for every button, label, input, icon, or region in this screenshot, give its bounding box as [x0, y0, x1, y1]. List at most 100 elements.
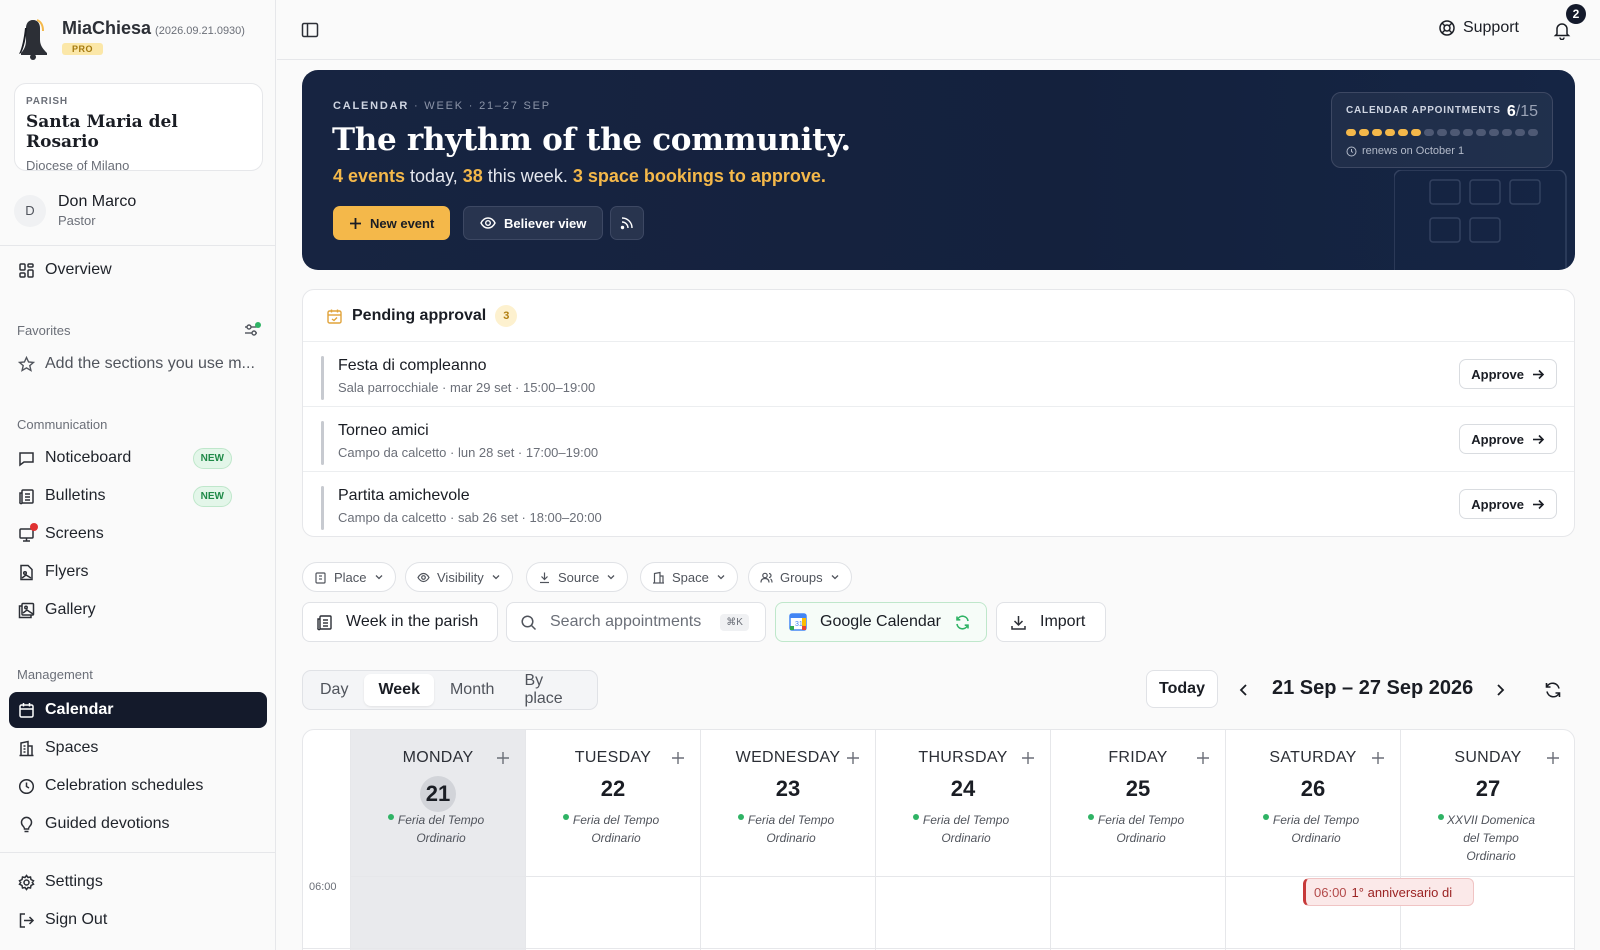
search-icon	[521, 614, 537, 630]
sidebar-item-gallery[interactable]: Gallery	[9, 592, 267, 628]
user-name: Don Marco	[58, 193, 137, 210]
pending-title: Pending approval	[352, 307, 487, 324]
search-input[interactable]: Search appointments ⌘K	[506, 602, 766, 642]
plan-badge: PRO	[62, 43, 104, 55]
chevron-down-icon	[492, 575, 500, 580]
filter-space[interactable]: Space	[640, 562, 738, 592]
approve-button[interactable]: Approve	[1459, 489, 1557, 519]
bell-logo-icon	[19, 19, 47, 60]
parish-label: PARISH	[26, 96, 68, 107]
sidebar-item-flyers[interactable]: Flyers	[9, 554, 267, 590]
lifebuoy-icon	[1439, 20, 1455, 36]
day-column-tuesday[interactable]: TUESDAY 22 Feria del Tempo Ordinario	[526, 730, 701, 950]
add-event-plus-icon[interactable]	[1545, 750, 1561, 766]
sidebar-item-guided-devotions[interactable]: Guided devotions	[9, 806, 267, 842]
sidebar-item-sign-out[interactable]: Sign Out	[9, 902, 267, 938]
approve-label: Approve	[1471, 366, 1524, 382]
notification-bell-icon[interactable]	[1552, 20, 1572, 40]
import-button[interactable]: Import	[996, 602, 1106, 642]
search-placeholder: Search appointments	[550, 613, 702, 630]
add-event-plus-icon[interactable]	[495, 750, 511, 766]
liturgy-label: Feria del Tempo Ordinario	[922, 813, 1010, 845]
day-column-thursday[interactable]: THURSDAY 24 Feria del Tempo Ordinario	[876, 730, 1051, 950]
parish-name: Santa Maria del Rosario	[26, 112, 178, 152]
add-event-plus-icon[interactable]	[670, 750, 686, 766]
sidebar-item-overview[interactable]: Overview	[9, 252, 267, 288]
add-event-plus-icon[interactable]	[1370, 750, 1386, 766]
view-month-tab[interactable]: Month	[436, 674, 508, 706]
brand[interactable]: MiaChiesa (2026.09.21.0930) PRO	[16, 18, 245, 60]
view-day-tab[interactable]: Day	[306, 674, 362, 706]
sidebar-item-noticeboard[interactable]: Noticeboard NEW	[9, 440, 267, 476]
view-by-place-tab[interactable]: By place	[510, 672, 594, 707]
liturgy-label: Feria del Tempo Ordinario	[1272, 813, 1360, 845]
user-profile[interactable]: D Don Marco Pastor	[14, 193, 136, 228]
approve-button[interactable]: Approve	[1459, 359, 1557, 389]
add-event-plus-icon[interactable]	[1195, 750, 1211, 766]
clock-icon	[18, 778, 35, 794]
sync-icon[interactable]	[954, 614, 971, 631]
google-calendar-label: Google Calendar	[820, 613, 941, 630]
day-column-saturday[interactable]: SATURDAY 26 Feria del Tempo Ordinario	[1226, 730, 1401, 950]
hero-stats: 4 events today, 38 this week. 3 space bo…	[333, 166, 826, 187]
quota-dot	[1437, 129, 1447, 136]
day-number-value: 25	[1125, 776, 1151, 801]
plus-icon	[350, 217, 361, 229]
bookings-to-approve[interactable]: 3 space bookings to approve.	[573, 166, 826, 186]
renews-text: renews on October 1	[1362, 145, 1465, 157]
filter-place[interactable]: Place	[302, 562, 396, 592]
pending-item-title: Torneo amici	[338, 422, 429, 439]
chevron-right-icon[interactable]	[1490, 680, 1510, 700]
parish-card[interactable]: PARISH Santa Maria del Rosario Diocese o…	[14, 83, 263, 173]
quota-dot	[1346, 129, 1356, 136]
week-calendar: 06:00 MONDAY 21 Feria del Tempo Ordinario T…	[302, 729, 1575, 950]
believer-view-button[interactable]: Believer view	[463, 206, 604, 240]
day-column-monday[interactable]: MONDAY 21 Feria del Tempo Ordinario	[351, 730, 526, 950]
new-badge: NEW	[192, 447, 232, 469]
rss-icon	[620, 217, 633, 230]
new-event-button[interactable]: New event	[333, 206, 451, 240]
day-header: SUNDAY 27 XXVII Domenica del Tempo Ordinar…	[1401, 730, 1574, 877]
filter-source[interactable]: Source	[526, 562, 629, 592]
sidebar-item-screens[interactable]: Screens	[9, 516, 267, 552]
add-event-plus-icon[interactable]	[1020, 750, 1036, 766]
sidebar-favorites-add[interactable]: Add the sections you use m...	[9, 346, 267, 382]
day-column-friday[interactable]: FRIDAY 25 Feria del Tempo Ordinario	[1051, 730, 1226, 950]
arrow-right-icon	[1533, 499, 1545, 509]
rss-feed-button[interactable]	[610, 206, 644, 240]
calendar-event[interactable]: 06:00 1° anniversario di	[1303, 878, 1474, 906]
favorites-settings-icon[interactable]	[243, 322, 261, 338]
support-button[interactable]: Support	[1438, 19, 1519, 37]
week-in-parish-button[interactable]: Week in the parish	[302, 602, 498, 642]
filter-label: Visibility	[437, 569, 484, 585]
sidebar-toggle-icon[interactable]	[301, 21, 319, 39]
day-column-sunday[interactable]: SUNDAY 27 XXVII Domenica del Tempo Ordinar…	[1401, 730, 1574, 950]
favorites-placeholder: Add the sections you use m...	[45, 355, 255, 372]
chevron-left-icon[interactable]	[1234, 680, 1254, 700]
sidebar-item-bulletins[interactable]: Bulletins NEW	[9, 478, 267, 514]
liturgy-label: Feria del Tempo Ordinario	[397, 813, 485, 845]
sidebar-item-label: Noticeboard	[45, 449, 132, 466]
add-event-plus-icon[interactable]	[845, 750, 861, 766]
sidebar-item-label: Spaces	[45, 739, 99, 756]
approve-button[interactable]: Approve	[1459, 424, 1557, 454]
sidebar-item-celebration-schedules[interactable]: Celebration schedules	[9, 768, 267, 804]
avatar: D	[14, 194, 46, 227]
filter-groups[interactable]: Groups	[748, 562, 852, 592]
sidebar-item-spaces[interactable]: Spaces	[9, 730, 267, 766]
google-calendar-button[interactable]: 31 Google Calendar	[775, 602, 987, 642]
view-week-tab[interactable]: Week	[364, 674, 434, 706]
pending-row[interactable]: Partita amichevole Campo da calcetto · s…	[303, 471, 1574, 536]
sidebar-item-settings[interactable]: Settings	[9, 864, 267, 900]
day-number-value: 27	[1475, 776, 1501, 801]
sidebar-item-label: Settings	[45, 873, 103, 890]
sidebar-item-calendar[interactable]: Calendar	[9, 692, 267, 728]
pending-row[interactable]: Festa di compleanno Sala parrocchiale · …	[303, 341, 1574, 406]
pending-row[interactable]: Torneo amici Campo da calcetto · lun 28 …	[303, 406, 1574, 471]
today-button[interactable]: Today	[1146, 670, 1218, 708]
refresh-icon[interactable]	[1543, 680, 1563, 700]
filter-visibility[interactable]: Visibility	[405, 562, 513, 592]
favorites-label: Favorites	[17, 323, 71, 338]
day-column-wednesday[interactable]: WEDNESDAY 23 Feria del Tempo Ordinario	[701, 730, 876, 950]
quota-dot	[1398, 129, 1408, 136]
